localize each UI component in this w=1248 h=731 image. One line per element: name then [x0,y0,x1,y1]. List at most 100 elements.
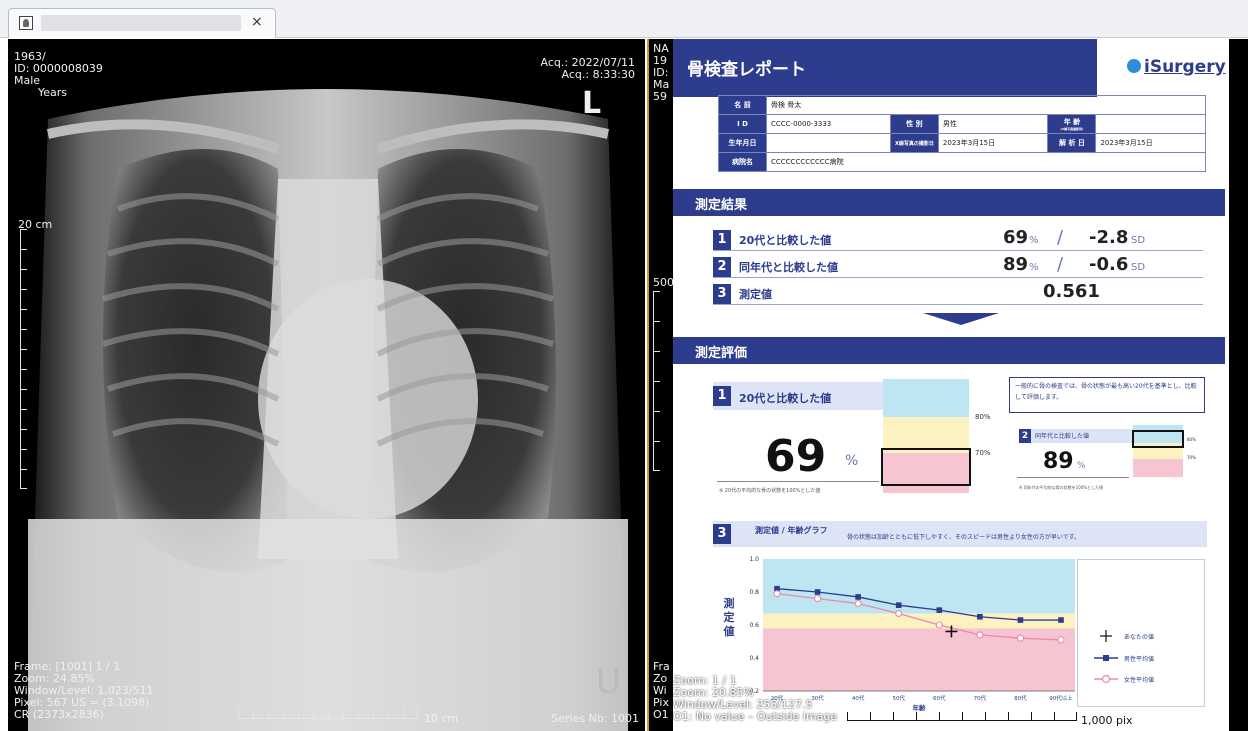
eval3-title: 測定値 / 年齢グラフ [755,526,828,535]
right-vertical-scale [653,291,667,471]
document-tab[interactable]: × [8,8,276,38]
result-percent-unit: % [1029,262,1039,273]
frame-info-overlay: Frame: [1001] 1 / 1 Zoom: 24.85% Window/… [14,661,154,721]
result-percent: 89 [1003,254,1029,275]
result-label: 測定値 [739,288,772,301]
orientation-marker: L [582,86,602,121]
eval1-band-70: 70% [975,449,991,457]
logo-icon [1127,59,1141,73]
right-horizontal-scale [847,707,1077,721]
eval2-underline [1017,477,1129,478]
legend-you-swatch [1100,630,1112,642]
eval1-unit: % [845,453,859,469]
eval2-level-marker [1132,430,1184,449]
report-viewport[interactable]: NA 19 ID: Ma 59 5000 pix Fra Zo Wi Pix O… [647,39,1248,731]
eval3-header: 3 測定値 / 年齢グラフ 骨の状態は加齢とともに低下しやすく、そのスピードは男… [713,521,1207,547]
right-pixel-value: O1: No value – Outside image [673,710,838,723]
right-frame-overlay: Fra Zo Wi Pix O1 [653,661,670,721]
y-tick-label: 0.8 [749,589,759,596]
eval1-band-80: 80% [975,413,991,421]
eval2-band-70: 70% [1187,455,1196,460]
x-tick-label: 90代以上 [1049,694,1073,702]
info-label: 解 析 日 [1047,133,1097,153]
close-icon[interactable]: × [251,14,263,30]
report-bottom-overlay: Zoom: 1 / 1 Zoom: 20.85% Window/Level: 2… [673,675,837,723]
patient-info-overlay: 1963/ ID: 0000008039 Male Years [14,51,103,99]
horizontal-scale-label: 10 cm [424,712,459,725]
female-point [773,590,781,598]
info-value: 2023年3月15日 [937,133,1049,153]
female-point [814,595,822,603]
age-sub-label: (X線写真撮影時) [1060,127,1084,131]
female-point [1057,636,1065,644]
eval1-number: 1 [713,386,731,406]
female-point [976,631,984,639]
result-sd: -0.6 [1089,254,1129,275]
report-title: 骨検査レポート [687,60,806,80]
info-value [766,133,891,153]
info-value [1095,114,1206,134]
info-label: 病院名 [718,152,767,172]
eval1-band-gauge [881,379,971,493]
eval1-value: 69 [765,431,827,482]
eval2-unit: % [1077,461,1086,471]
eval2-header: 2 同年代と比較した値 [1019,429,1135,443]
info-label: 年 齢 (X線写真撮影時) [1047,114,1097,134]
chart-band [763,559,1075,614]
x-tick-label: 70代 [974,694,987,702]
eval1-label: 20代と比較した値 [739,392,832,405]
eval2-band-gauge [1132,425,1184,477]
result-number: 2 [713,257,731,277]
info-value: 骨検 骨太 [766,95,1206,115]
result-number: 1 [713,230,731,250]
chest-xray-image [28,89,628,731]
info-label: X線写真の撮影日 [889,133,939,153]
legend-female-swatch [1094,674,1118,684]
male-point [1058,617,1064,623]
result-separator: / [1057,227,1064,248]
female-point [895,609,903,618]
bone-report-page: 骨検査レポート iSurgery 名 前 骨検 骨太 I D CCCC-0000… [673,39,1229,731]
eval1-underline [717,481,879,482]
series-number: Series Nb: 1001 [551,712,639,725]
eval2-note: ※ 同年代の平均的な骨の状態を100%とした値 [1019,485,1104,490]
patient-info-table: 名 前 骨検 骨太 I D CCCC-0000-3333 性 別 男性 年 齢(… [718,95,1206,172]
eval3-description: 骨の状態は加齢とともに低下しやすく、そのスピードは男性より女性の方が早いです。 [847,534,1081,541]
result-value: 0.561 [1043,281,1100,302]
band-pink [1133,459,1183,477]
y-tick-label: 1.0 [749,556,759,563]
legend-you: あなたの値 [1124,634,1155,641]
male-point [855,594,861,600]
info-value: 2023年3月15日 [1095,133,1206,153]
info-value: CCCC-0000-3333 [766,114,891,134]
result-sd: -2.8 [1089,227,1129,248]
right-overlay-line: 59 [653,90,667,103]
acquisition-time: Acq.: 8:33:30 [561,68,635,81]
male-point [895,602,902,608]
vertical-scale [20,229,34,489]
patient-age: Years [38,86,68,99]
result-row: 1 20代と比較した値 69 % / -2.8 SD [713,227,1203,251]
result-number: 3 [713,284,731,304]
right-horizontal-scale-label: 1,000 pix [1081,714,1133,727]
report-header: 骨検査レポート [673,39,1097,97]
xray-viewport[interactable]: 1963/ ID: 0000008039 Male Years Acq.: 20… [8,39,645,731]
result-row: 3 測定値 0.561 [713,281,1203,305]
legend-male-swatch [1094,655,1118,661]
right-overlay-line: O1 [653,708,669,721]
male-point [1017,617,1024,623]
male-point [977,613,983,620]
info-label: 性 別 [889,114,939,134]
tab-title [41,15,241,31]
male-point [814,589,821,595]
info-value: CCCCCCCCCCCC病院 [766,152,1206,172]
x-tick-label: 40代 [852,694,865,702]
eval3-number: 3 [713,524,731,544]
x-tick-label: 60代 [933,694,946,702]
x-tick-label: 50代 [892,694,905,702]
y-axis-label: 測 [724,596,735,610]
result-row: 2 同年代と比較した値 89 % / -0.6 SD [713,254,1203,278]
band-blue [883,379,969,417]
male-point [936,607,943,613]
acquisition-overlay: Acq.: 2022/07/11 Acq.: 8:33:30 [541,57,635,81]
